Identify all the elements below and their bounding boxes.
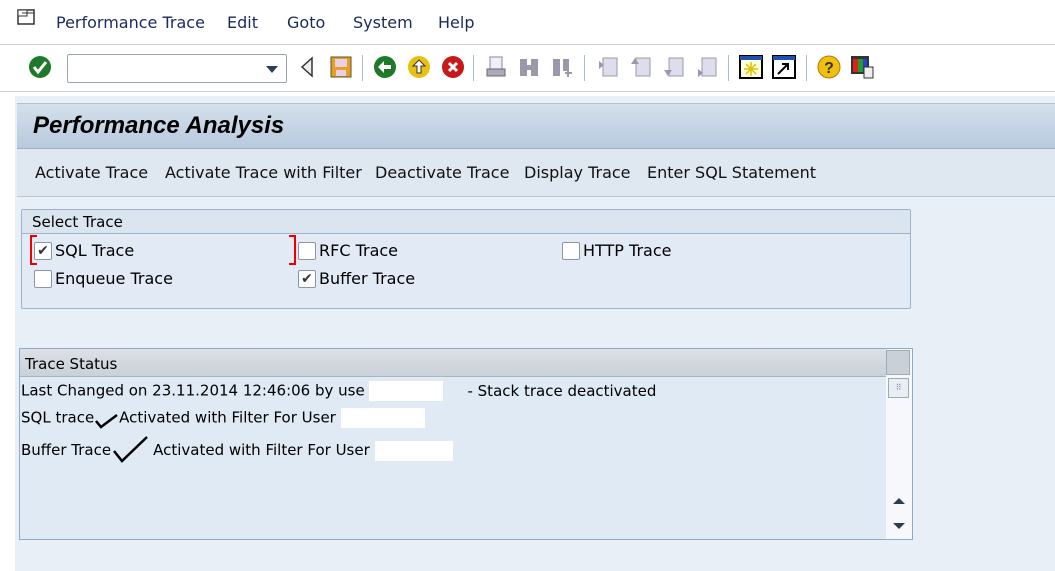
buffer-trace-prefix: Buffer Trace (21, 441, 112, 459)
http-trace-label: HTTP Trace (583, 241, 672, 260)
stack-trace-text: - Stack trace deactivated (467, 381, 657, 400)
menu-edit[interactable]: Edit (227, 13, 258, 32)
display-trace-button[interactable]: Display Trace (524, 163, 631, 182)
create-session-icon[interactable] (739, 55, 763, 79)
shortcut-icon[interactable] (772, 55, 796, 79)
exit-icon[interactable] (407, 55, 431, 79)
menu-bar: Performance Trace Edit Goto System Help (0, 0, 1055, 44)
last-changed-text: Last Changed on 23.11.2014 12:46:06 by u… (21, 381, 365, 400)
sql-trace-checkbox[interactable]: ✔ (34, 242, 52, 260)
enter-sql-statement-button[interactable]: Enter SQL Statement (647, 163, 816, 182)
save-icon[interactable] (329, 55, 353, 79)
scrollbar-corner (886, 350, 910, 375)
rfc-trace-checkbox[interactable] (298, 242, 316, 260)
find-icon[interactable] (517, 55, 541, 79)
standard-toolbar: ? (0, 44, 1055, 92)
deactivate-trace-button[interactable]: Deactivate Trace (375, 163, 509, 182)
first-page-icon[interactable] (596, 55, 620, 79)
back-triangle-icon[interactable] (296, 55, 320, 79)
scroll-down-icon[interactable] (891, 521, 907, 531)
buffer-trace-status: Activated with Filter For User (153, 441, 370, 459)
sql-trace-label: SQL Trace (55, 241, 135, 260)
print-icon[interactable] (484, 55, 508, 79)
enqueue-trace-checkbox[interactable] (34, 270, 52, 288)
menu-icon[interactable] (16, 9, 38, 27)
buffer-trace-checkbox[interactable]: ✔ (298, 270, 316, 288)
menu-system[interactable]: System (353, 13, 413, 32)
buffer-trace-label: Buffer Trace (319, 269, 416, 288)
sql-trace-status: Activated with Filter For User (119, 408, 336, 427)
application-toolbar: Activate Trace Activate Trace with Filte… (17, 149, 1055, 197)
checkmark-icon (95, 413, 118, 429)
status-line-sql: SQL trace Activated with Filter For User (21, 408, 425, 429)
cancel-icon[interactable] (441, 55, 465, 79)
menu-performance-trace[interactable]: Performance Trace (56, 13, 205, 32)
command-field[interactable] (67, 54, 287, 83)
http-trace-checkbox[interactable] (562, 242, 580, 260)
scrollbar-thumb[interactable]: ⠿ (888, 378, 909, 398)
trace-status-box: Trace Status Last Changed on 23.11.2014 … (19, 348, 913, 540)
enqueue-trace-label: Enqueue Trace (55, 269, 173, 288)
activate-trace-filter-button[interactable]: Activate Trace with Filter (165, 163, 362, 182)
chevron-down-icon[interactable] (266, 66, 278, 73)
find-next-icon[interactable] (550, 55, 574, 79)
sql-trace-prefix: SQL trace (21, 408, 95, 427)
rfc-trace-label: RFC Trace (319, 241, 399, 260)
checkmark-icon (113, 436, 148, 463)
menu-goto[interactable]: Goto (287, 13, 325, 32)
last-page-icon[interactable] (695, 55, 719, 79)
trace-status-title: Trace Status (20, 349, 886, 377)
svg-text:?: ? (824, 60, 834, 77)
layout-menu-icon[interactable] (850, 55, 874, 79)
next-page-icon[interactable] (662, 55, 686, 79)
back-icon[interactable] (373, 55, 397, 79)
status-line-buffer: Buffer Trace Activated with Filter For Us… (21, 435, 453, 463)
previous-page-icon[interactable] (629, 55, 653, 79)
help-icon[interactable]: ? (817, 55, 841, 79)
title-bar: Performance Analysis (17, 103, 1055, 149)
group-title: Select Trace (22, 210, 910, 234)
scroll-up-icon[interactable] (891, 496, 907, 506)
menu-help[interactable]: Help (438, 13, 474, 32)
select-trace-group: Select Trace ✔ SQL Trace RFC Trace HTTP … (21, 209, 911, 309)
vertical-scrollbar[interactable]: ⠿ (886, 349, 912, 539)
activate-trace-button[interactable]: Activate Trace (35, 163, 148, 182)
status-line-last-changed: Last Changed on 23.11.2014 12:46:06 by u… (21, 381, 656, 401)
focus-bracket-right (289, 235, 296, 265)
enter-check-icon[interactable] (28, 55, 52, 79)
page-title: Performance Analysis (33, 112, 285, 139)
